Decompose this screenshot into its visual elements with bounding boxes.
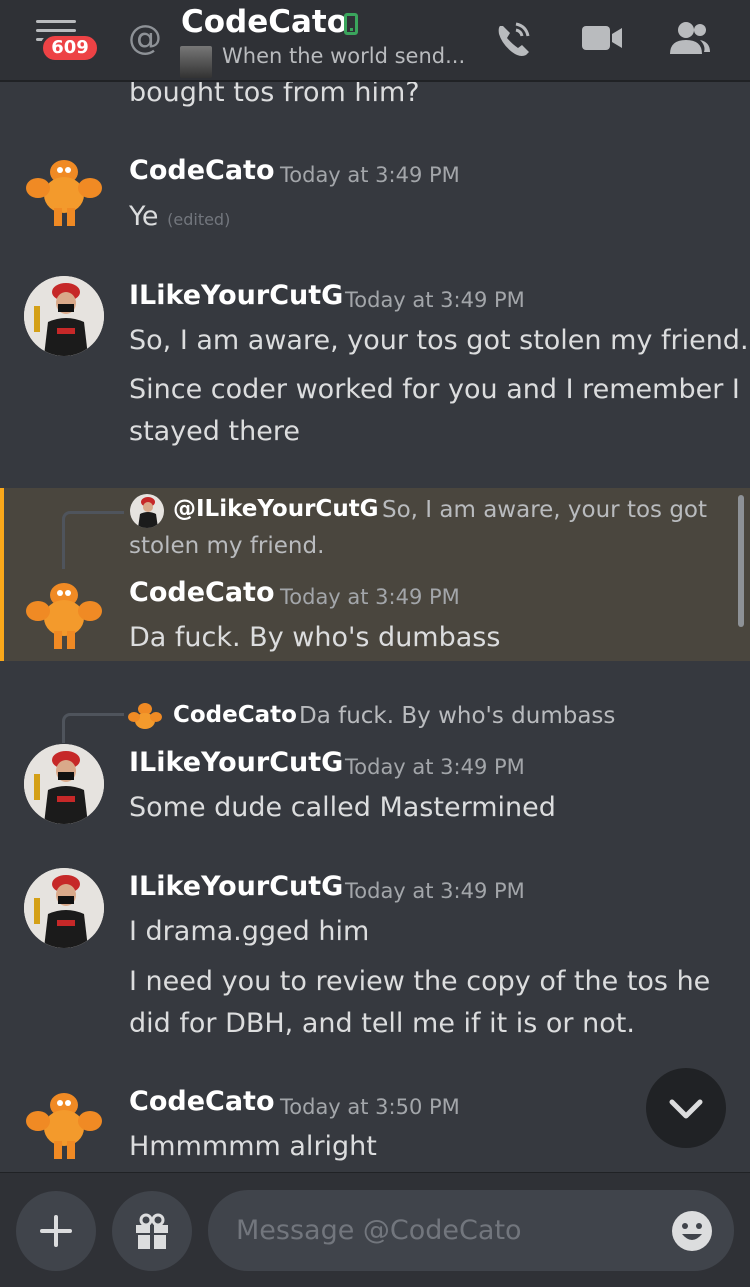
message-timestamp: Today at 3:50 PM xyxy=(280,1095,460,1119)
message-timestamp: Today at 3:49 PM xyxy=(280,585,460,609)
custom-status: When the world send... xyxy=(222,44,466,68)
message-text: Da fuck. By who's dumbass xyxy=(129,622,501,653)
avatar-codecato[interactable] xyxy=(24,1083,104,1163)
channel-header: 609 @ CodeCato When the world send... xyxy=(0,0,750,82)
message-author[interactable]: ILikeYourCutG xyxy=(129,280,343,311)
emoji-icon[interactable] xyxy=(671,1210,713,1252)
message-text: I need you to review the copy of the tos… xyxy=(129,966,711,997)
channel-title[interactable]: CodeCato xyxy=(181,4,348,40)
avatar-ilikeyourcutg[interactable] xyxy=(24,744,104,824)
reply-avatar xyxy=(130,494,164,528)
gift-icon xyxy=(136,1213,168,1249)
message-author[interactable]: CodeCato xyxy=(129,1086,275,1117)
reply-connector xyxy=(62,713,124,743)
message-timestamp: Today at 3:49 PM xyxy=(345,879,525,903)
message-timestamp: Today at 3:49 PM xyxy=(280,163,460,187)
message-text: Since coder worked for you and I remembe… xyxy=(129,374,740,405)
at-icon: @ xyxy=(128,18,162,58)
jump-to-present-button[interactable] xyxy=(646,1068,726,1148)
avatar-codecato[interactable] xyxy=(24,573,104,653)
avatar-ilikeyourcutg[interactable] xyxy=(24,868,104,948)
message-author[interactable]: CodeCato xyxy=(129,577,275,608)
avatar-codecato[interactable] xyxy=(24,150,104,230)
mobile-status-icon xyxy=(344,13,358,35)
message-text: stayed there xyxy=(129,416,300,447)
mention-highlight-bar xyxy=(0,488,4,661)
message-text: Some dude called Mastermined xyxy=(129,792,556,823)
reply-preview[interactable]: So, I am aware, your tos got xyxy=(382,497,707,523)
call-icon[interactable] xyxy=(492,18,534,60)
gift-button[interactable] xyxy=(112,1191,192,1271)
message-input[interactable] xyxy=(208,1190,734,1271)
avatar-ilikeyourcutg[interactable] xyxy=(24,276,104,356)
attach-button[interactable] xyxy=(16,1191,96,1271)
reply-preview[interactable]: stolen my friend. xyxy=(129,533,324,559)
message-text: Hmmmmm alright xyxy=(129,1131,377,1162)
scrollbar-thumb[interactable] xyxy=(738,495,744,627)
message-text: did for DBH, and tell me if it is or not… xyxy=(129,1008,635,1039)
message-list[interactable]: bought tos from him? CodeCato Today at 3… xyxy=(0,0,750,1172)
reply-avatar xyxy=(128,700,162,734)
video-icon[interactable] xyxy=(580,18,624,58)
message-author[interactable]: ILikeYourCutG xyxy=(129,747,343,778)
message-text: So, I am aware, your tos got stolen my f… xyxy=(129,325,749,356)
unread-badge: 609 xyxy=(40,33,100,63)
edited-label: (edited) xyxy=(167,210,231,229)
message-text: I drama.gged him xyxy=(129,916,370,947)
reply-preview[interactable]: Da fuck. By who's dumbass xyxy=(299,703,615,729)
reply-author[interactable]: CodeCato xyxy=(173,702,297,728)
message-author[interactable]: CodeCato xyxy=(129,155,275,186)
message-timestamp: Today at 3:49 PM xyxy=(345,755,525,779)
chevron-down-icon xyxy=(669,1099,703,1119)
reply-author[interactable]: @ILikeYourCutG xyxy=(173,496,379,522)
message-text-body: Ye xyxy=(129,201,159,232)
message-author[interactable]: ILikeYourCutG xyxy=(129,871,343,902)
members-icon[interactable] xyxy=(668,18,712,58)
status-emoji xyxy=(180,46,212,78)
message-timestamp: Today at 3:49 PM xyxy=(345,288,525,312)
plus-icon xyxy=(40,1215,72,1247)
reply-connector xyxy=(62,511,124,569)
message-text: Ye (edited) xyxy=(129,196,230,241)
